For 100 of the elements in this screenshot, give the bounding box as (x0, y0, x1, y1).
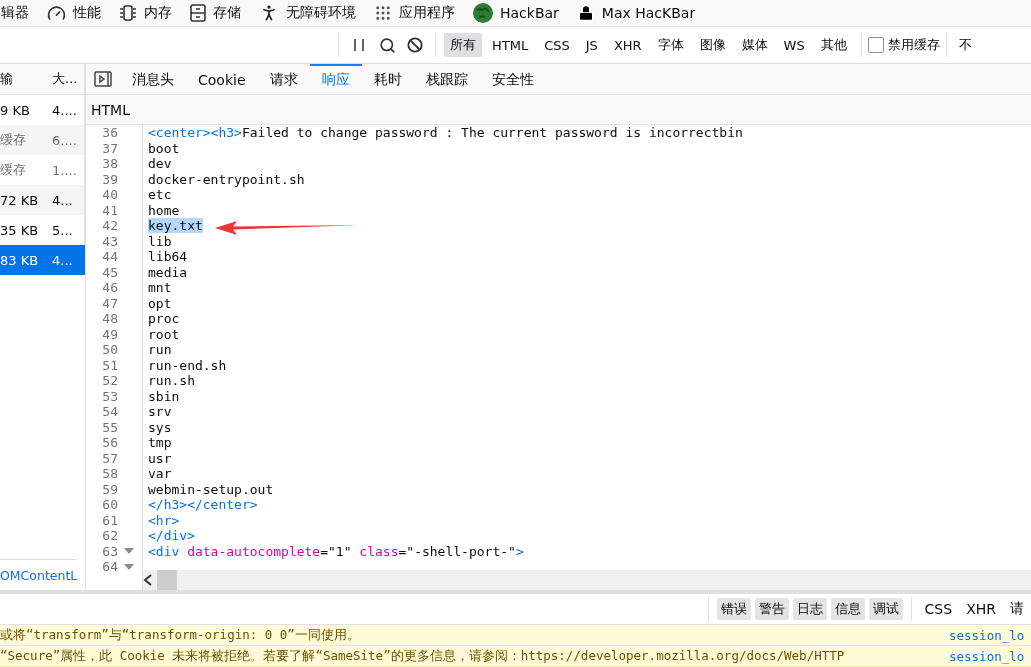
tab[interactable]: 栈跟踪 (413, 64, 480, 94)
lock-icon (576, 4, 595, 22)
filter-button[interactable]: 所有 (444, 33, 482, 57)
code-line: proc (148, 311, 181, 327)
horizontal-scrollbar[interactable] (143, 570, 1031, 590)
code-line: run.sh (148, 373, 196, 389)
filter-button[interactable]: 其他 (814, 33, 853, 57)
pause-icon[interactable] (353, 38, 365, 52)
line-number: 62 (101, 528, 118, 544)
scrollbar-thumb[interactable] (157, 570, 177, 590)
filter-button[interactable]: 媒体 (735, 33, 774, 57)
level-filter-button[interactable]: 调试 (868, 598, 903, 620)
code-line: run-end.sh (148, 357, 228, 373)
line-number: 56 (101, 435, 118, 451)
checkbox[interactable] (867, 37, 884, 53)
line-number: 43 (101, 233, 118, 249)
code-line: run (148, 342, 173, 358)
level-filter-button[interactable]: 信息 (830, 598, 865, 620)
line-number: 48 (101, 311, 118, 327)
filter-button[interactable]: CSS (538, 34, 576, 56)
sidebar-toggle-icon[interactable] (94, 71, 112, 87)
line-number: 55 (101, 419, 118, 435)
devtools-tab[interactable]: 性能 (38, 0, 110, 26)
throttle-menu[interactable]: 不 (958, 36, 972, 54)
level-filter-button[interactable]: 警告 (754, 598, 789, 620)
filter-button[interactable]: XHR (607, 34, 648, 56)
globe-icon (473, 3, 493, 23)
line-number: 63 (101, 543, 118, 559)
table-cell[interactable]: 4... (48, 185, 85, 215)
fold-icon[interactable] (124, 563, 134, 570)
tab[interactable]: 消息头 (120, 64, 186, 94)
table-cell[interactable]: 6.... (48, 125, 85, 155)
line-number: 40 (101, 187, 118, 203)
devtools-tab[interactable]: HackBar (464, 0, 568, 26)
format-label: HTML (86, 95, 1031, 125)
code-line: opt (148, 295, 173, 311)
table-cell[interactable]: 4.... (48, 95, 85, 125)
code-line: srv (148, 404, 173, 420)
message-text: 或将“transform”与“transform-origin: 0 0”一同使用。 (0, 626, 361, 644)
devtools-tab[interactable]: 存储 (181, 0, 250, 26)
line-number: 46 (101, 280, 118, 296)
devtools-tab[interactable]: 辑器 (0, 0, 38, 26)
line-number: 39 (101, 171, 118, 187)
grid-icon (374, 4, 392, 22)
line-number: 51 (101, 357, 118, 373)
level-filter-button[interactable]: 错误 (716, 598, 751, 620)
devtools-tab[interactable]: 无障碍环境 (250, 0, 365, 26)
filter-button[interactable]: 图像 (693, 33, 732, 57)
column-header[interactable]: 大... (48, 64, 85, 95)
line-number: 54 (101, 404, 118, 420)
line-number: 57 (101, 450, 118, 466)
code-line: <center><h3>Failed to change password : The current password is incorrectbin (148, 125, 744, 141)
summary-text: OMContentL (0, 559, 78, 590)
checkbox-label: 禁用缓存 (887, 36, 940, 54)
code-line: tmp (148, 435, 173, 451)
category-filter[interactable]: CSS (917, 601, 960, 617)
code-line: </div> (148, 528, 196, 544)
filter-button[interactable]: 字体 (651, 33, 690, 57)
scroll-left-icon[interactable] (143, 574, 153, 586)
category-filter[interactable]: XHR (959, 601, 1003, 617)
devtools-tab[interactable]: 应用程序 (365, 0, 464, 26)
code-line: mnt (148, 280, 173, 296)
code-line: webmin-setup.out (148, 481, 275, 497)
devtools-tab[interactable]: 内存 (110, 0, 181, 26)
search-icon[interactable] (378, 36, 396, 54)
line-number: 38 (101, 156, 118, 172)
category-filter[interactable]: 请 (1003, 600, 1031, 618)
code-line: lib (148, 233, 173, 249)
code-line: root (148, 326, 181, 342)
code-line: usr (148, 450, 173, 466)
devtools-tab[interactable]: Max HacKBar (567, 0, 705, 26)
block-icon[interactable] (407, 37, 423, 53)
table-cell[interactable]: 5... (48, 215, 85, 245)
code-line: lib64 (148, 249, 189, 265)
tab[interactable]: 请求 (257, 64, 310, 94)
line-number: 37 (101, 140, 118, 156)
gauge-icon (47, 3, 66, 23)
cabinet-icon (190, 4, 206, 22)
code-line: docker-entrypoint.sh (148, 171, 306, 187)
level-filter-button[interactable]: 日志 (792, 598, 827, 620)
source-link[interactable]: session_lo (949, 627, 1031, 643)
filter-button[interactable]: WS (777, 34, 811, 56)
line-number: 50 (101, 342, 118, 358)
tab[interactable]: 耗时 (361, 64, 414, 94)
code-line: </h3></center> (148, 497, 259, 513)
source-link[interactable]: session_lo (949, 648, 1031, 664)
tab[interactable]: Cookie (186, 64, 258, 94)
line-number: 58 (101, 466, 118, 482)
table-cell[interactable]: 1.... (48, 155, 85, 185)
code-line: media (148, 264, 189, 280)
chip-icon (119, 4, 137, 22)
line-number: 36 (101, 125, 118, 141)
line-number: 60 (101, 497, 118, 513)
code-line: var (148, 466, 173, 482)
message-text: “Secure”属性，此 Cookie 未来将被拒绝。若要了解“SameSite”的更多信息，请参阅：https://developer.mozilla.org/docs/Web/HTTP (0, 647, 846, 665)
fold-icon[interactable] (124, 548, 134, 555)
line-number: 49 (101, 326, 118, 342)
tab[interactable]: 安全性 (479, 64, 546, 94)
filter-button[interactable]: HTML (486, 34, 535, 56)
filter-button[interactable]: JS (579, 34, 604, 56)
